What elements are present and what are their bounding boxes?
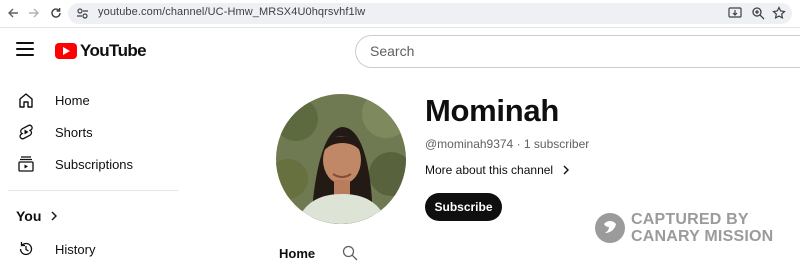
watermark: CAPTURED BY CANARY MISSION	[595, 211, 773, 245]
sidebar-item-subscriptions[interactable]: Subscriptions	[0, 148, 178, 180]
watermark-text: CAPTURED BY CANARY MISSION	[631, 211, 773, 245]
history-icon	[19, 242, 33, 256]
search-input[interactable]	[370, 43, 790, 59]
channel-title: Mominah	[425, 93, 559, 128]
menu-hamburger-icon[interactable]	[16, 42, 34, 56]
browser-toolbar: youtube.com/channel/UC-Hmw_MRSX4U0hqrsvh…	[0, 0, 800, 28]
watermark-line2: CANARY MISSION	[631, 228, 774, 245]
chevron-right-icon	[51, 211, 58, 221]
subscribe-button[interactable]: Subscribe	[425, 193, 502, 221]
sidebar-item-label: Shorts	[55, 124, 93, 140]
channel-avatar[interactable]	[276, 94, 406, 224]
search-box[interactable]	[355, 35, 800, 68]
sidebar-divider	[8, 190, 178, 191]
sidebar-you-heading[interactable]: You	[16, 208, 59, 224]
chevron-right-icon	[563, 165, 570, 175]
youtube-logo[interactable]: YouTube	[55, 41, 147, 61]
back-arrow-icon[interactable]	[4, 4, 22, 22]
more-about-channel-link[interactable]: More about this channel	[425, 163, 571, 177]
install-app-icon[interactable]	[728, 6, 742, 20]
sidebar-item-label: Home	[55, 92, 90, 108]
forward-arrow-icon[interactable]	[25, 4, 43, 22]
canary-logo-icon	[595, 213, 625, 243]
youtube-play-icon	[55, 43, 77, 59]
sidebar-item-home[interactable]: Home	[0, 84, 178, 116]
tab-home[interactable]: Home	[279, 246, 315, 261]
channel-handle-subscribers: @mominah9374 · 1 subscriber	[425, 137, 590, 151]
sidebar-item-history[interactable]: History	[0, 233, 178, 265]
sidebar-item-shorts[interactable]: Shorts	[0, 116, 178, 148]
address-bar[interactable]: youtube.com/channel/UC-Hmw_MRSX4U0hqrsvh…	[68, 3, 792, 24]
more-about-label: More about this channel	[425, 163, 554, 177]
logo-text: YouTube	[80, 41, 147, 60]
sidebar-item-label: Subscriptions	[55, 156, 134, 172]
subscriptions-icon	[18, 156, 34, 172]
site-info-icon[interactable]	[76, 7, 89, 20]
sidebar-item-label: History	[55, 241, 96, 257]
shorts-icon	[19, 124, 33, 140]
search-icon[interactable]	[342, 245, 358, 261]
reload-icon[interactable]	[47, 4, 65, 22]
home-icon	[19, 93, 33, 108]
you-label: You	[16, 208, 42, 224]
url-text[interactable]: youtube.com/channel/UC-Hmw_MRSX4U0hqrsvh…	[98, 6, 365, 18]
zoom-icon[interactable]	[751, 6, 765, 20]
bookmark-star-icon[interactable]	[772, 6, 786, 20]
watermark-line1: CAPTURED BY	[631, 211, 749, 228]
